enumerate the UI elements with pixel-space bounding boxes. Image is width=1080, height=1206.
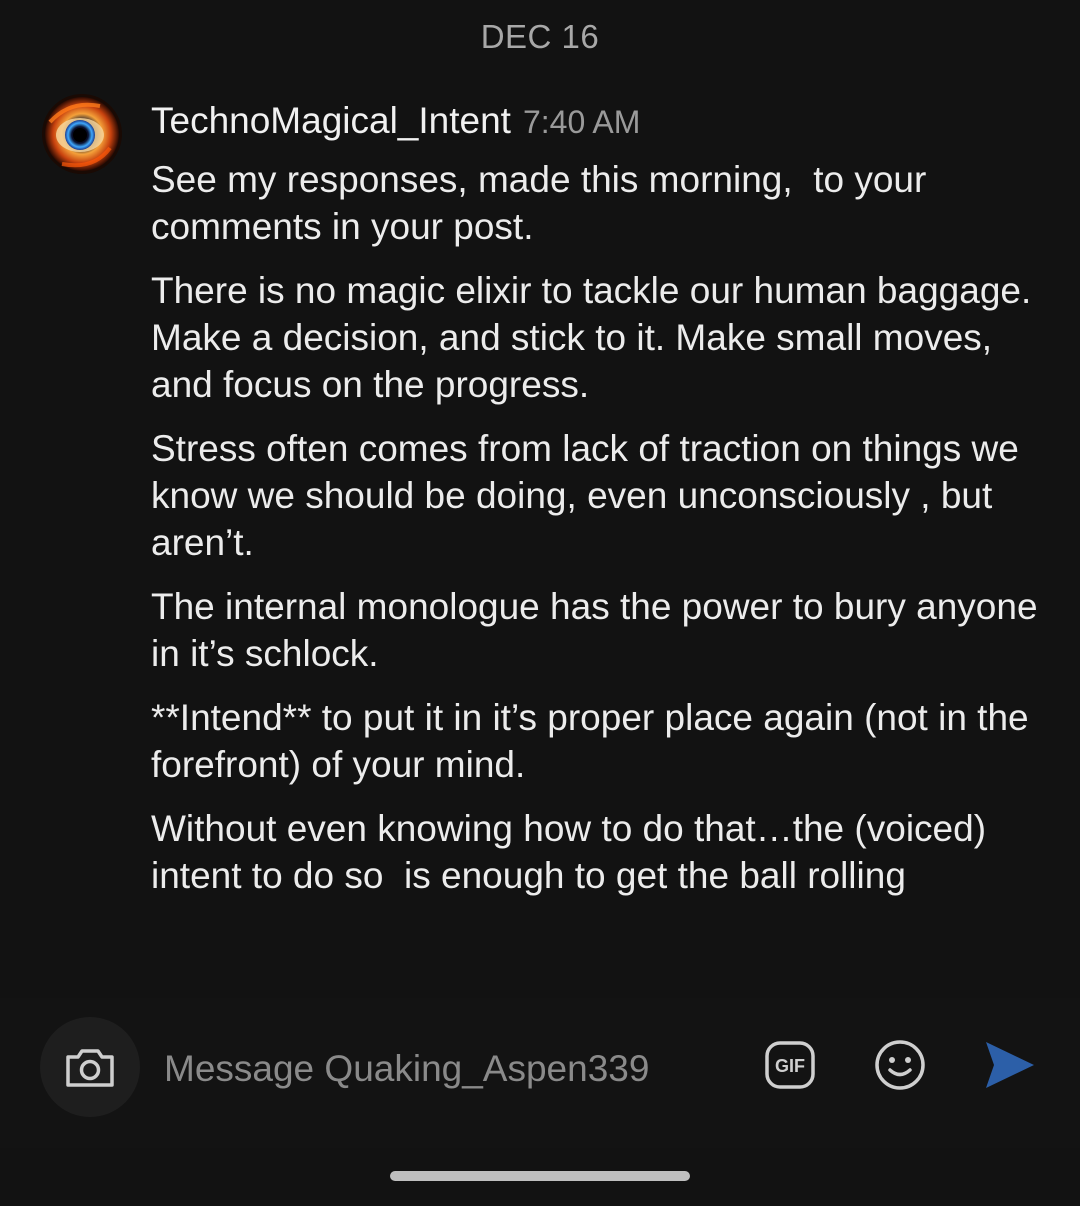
message-composer: Message Quaking_Aspen339 GIF xyxy=(0,998,1080,1148)
message-paragraph: There is no magic elixir to tackle our h… xyxy=(151,270,1042,405)
smiley-icon xyxy=(875,1040,925,1090)
message-header: TechnoMagical_Intent 7:40 AM xyxy=(151,100,1041,148)
date-separator: DEC 16 xyxy=(480,18,600,55)
username[interactable]: TechnoMagical_Intent xyxy=(151,100,511,142)
avatar[interactable] xyxy=(40,92,124,176)
message-paragraph: **Intend** to put it in it’s proper plac… xyxy=(151,697,1039,785)
send-icon xyxy=(986,1042,1034,1088)
camera-icon xyxy=(66,1049,114,1087)
camera-button[interactable] xyxy=(40,1017,140,1117)
message-timestamp: 7:40 AM xyxy=(522,104,641,140)
message-paragraph: Stress often comes from lack of traction… xyxy=(151,428,1030,563)
message-paragraph: The internal monologue has the power to … xyxy=(151,586,1048,674)
gif-label: GIF xyxy=(775,1056,805,1076)
gif-button[interactable]: GIF xyxy=(763,1038,817,1092)
home-indicator[interactable] xyxy=(390,1171,690,1181)
message-paragraph: See my responses, made this morning, to … xyxy=(151,159,937,247)
message-input[interactable]: Message Quaking_Aspen339 xyxy=(164,1048,649,1090)
eye-vortex-avatar-icon xyxy=(42,94,122,174)
gif-icon: GIF xyxy=(765,1041,815,1089)
message-body: TechnoMagical_Intent 7:40 AM See my resp… xyxy=(151,100,1041,916)
emoji-button[interactable] xyxy=(873,1038,927,1092)
message-paragraph: Without even knowing how to do that…the … xyxy=(151,808,997,896)
send-button[interactable] xyxy=(982,1038,1036,1092)
